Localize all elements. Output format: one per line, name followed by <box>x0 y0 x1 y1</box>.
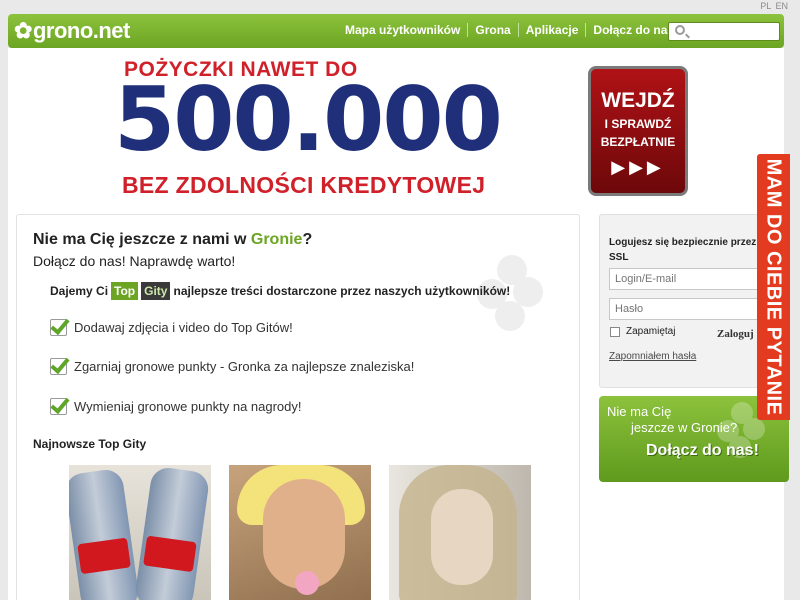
title-start: Nie ma Cię jeszcze z nami w <box>33 231 251 248</box>
feature-item: Zgarniaj gronowe punkty - Gronka za najl… <box>50 358 414 375</box>
join-line2: jeszcze w Gronie? <box>631 420 738 435</box>
ad-cta-title: WEJDŹ <box>601 89 675 112</box>
feedback-side-tab[interactable]: MAM DO CIEBIE PYTANIE <box>757 154 790 420</box>
checkmark-icon <box>50 358 67 375</box>
top-git-thumbnail[interactable] <box>389 465 531 600</box>
checkmark-icon <box>50 319 67 336</box>
checkbox-icon <box>610 326 620 337</box>
login-button[interactable]: Zaloguj <box>717 328 754 340</box>
title-green[interactable]: Gronie <box>251 231 303 248</box>
badge-top: Top <box>111 282 139 300</box>
join-text: Nie ma Cię jeszcze w Gronie? <box>607 404 737 436</box>
page-subtitle: Dołącz do nas! Naprawdę warto! <box>33 253 236 269</box>
ad-cta-arrows-icon: ▶▶▶ <box>611 157 665 177</box>
logo-text: grono.net <box>32 18 130 43</box>
logo[interactable]: ✿ grono.net <box>14 18 130 44</box>
feature-text: Dodawaj zdjęcia i video do Top Gitów! <box>74 320 293 335</box>
search-input[interactable] <box>668 22 780 41</box>
join-line1: Nie ma Cię <box>607 404 672 419</box>
remember-checkbox[interactable]: Zapamiętaj <box>610 326 675 337</box>
ad-cta-button[interactable]: WEJDŹ I SPRAWDŹ BEZPŁATNIE ▶▶▶ <box>588 66 688 196</box>
feature-item: Wymieniaj gronowe punkty na nagrody! <box>50 398 302 415</box>
lang-pl[interactable]: PL <box>760 1 771 11</box>
feature-text: Wymieniaj gronowe punkty na nagrody! <box>74 399 302 414</box>
ad-banner[interactable]: POŻYCZKI NAWET DO 500.000 BEZ ZDOLNOŚCI … <box>110 56 696 208</box>
intro-panel: Nie ma Cię jeszcze z nami w Gronie? Dołą… <box>16 214 580 600</box>
login-ssl-title: Logujesz się bezpiecznie przez SSL <box>609 237 757 263</box>
nav-apps[interactable]: Aplikacje <box>517 23 586 37</box>
ad-cta-sub2: BEZPŁATNIE <box>600 135 676 149</box>
page-content: POŻYCZKI NAWET DO 500.000 BEZ ZDOLNOŚCI … <box>8 48 789 600</box>
latest-top-gity-heading: Najnowsze Top Gity <box>33 437 147 451</box>
top-git-thumbnail[interactable] <box>69 465 211 600</box>
remember-label: Zapamiętaj <box>626 326 676 337</box>
ad-line3: BEZ ZDOLNOŚCI KREDYTOWEJ <box>122 172 486 198</box>
page-title: Nie ma Cię jeszcze z nami w Gronie? <box>33 231 312 249</box>
feedback-tab-label: MAM DO CIEBIE PYTANIE <box>762 158 785 416</box>
ad-amount: 500.000 <box>114 68 503 171</box>
top-header: ✿ grono.net Mapa użytkowników Grona Apli… <box>8 14 784 48</box>
topgity-suffix: najlepsze treści dostarczone przez naszy… <box>173 284 511 298</box>
feature-item: Dodawaj zdjęcia i video do Top Gitów! <box>50 319 293 336</box>
badge-gity: Gity <box>141 282 171 300</box>
ad-cta-sub1: I SPRAWDŹ <box>604 117 672 131</box>
title-end: ? <box>302 231 313 248</box>
lang-en[interactable]: EN <box>775 1 788 11</box>
grape-logo-icon: ✿ <box>14 18 32 43</box>
forgot-password-link[interactable]: Zapomniałem hasła <box>609 351 696 362</box>
nav-user-map[interactable]: Mapa użytkowników <box>338 23 467 37</box>
topgity-prefix: Dajemy Ci <box>50 284 109 298</box>
language-switch: PL EN <box>758 1 788 11</box>
join-cta-button[interactable]: Dołącz do nas! <box>646 442 759 460</box>
topgity-line: Dajemy Ci Top Gity najlepsze treści dosta… <box>50 282 510 300</box>
checkmark-icon <box>50 398 67 415</box>
search-icon <box>675 25 685 35</box>
feature-text: Zgarniaj gronowe punkty - Gronka za najl… <box>74 359 415 374</box>
main-nav: Mapa użytkowników Grona Aplikacje Dołącz… <box>338 23 685 37</box>
nav-grona[interactable]: Grona <box>467 23 517 37</box>
top-git-thumbnail[interactable] <box>229 465 371 600</box>
